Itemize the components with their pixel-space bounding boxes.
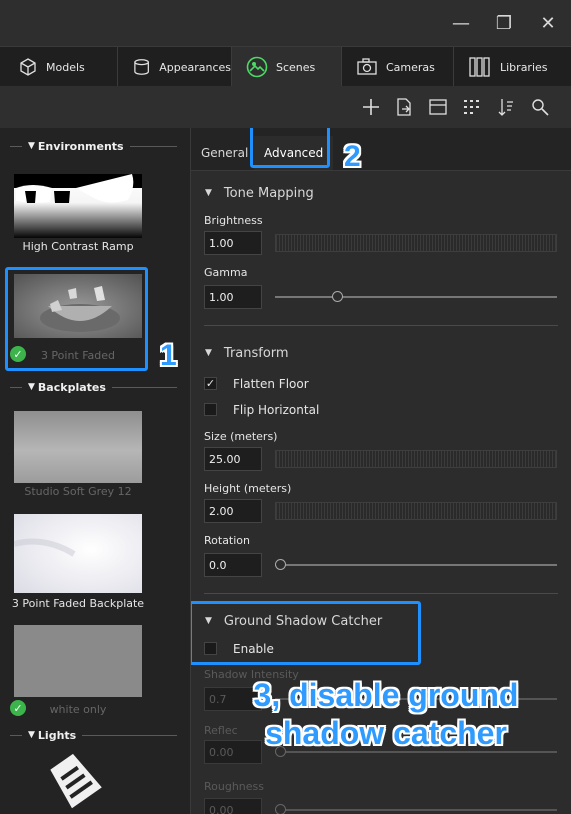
tab-cameras-label: Cameras xyxy=(386,60,435,74)
env-thumb-high-contrast-ramp[interactable] xyxy=(14,174,142,238)
gamma-label: Gamma xyxy=(204,266,248,279)
env-label-high-contrast-ramp: High Contrast Ramp xyxy=(22,240,134,253)
tone-mapping-label: Tone Mapping xyxy=(223,185,314,201)
lights-label: Lights xyxy=(37,728,77,742)
tab-models[interactable]: Models xyxy=(4,47,118,87)
books-icon xyxy=(469,57,490,77)
minimize-icon[interactable]: — xyxy=(448,10,474,36)
tab-models-label: Models xyxy=(46,60,85,74)
height-label: Height (meters) xyxy=(204,482,292,495)
close-icon[interactable]: ✕ xyxy=(535,10,561,36)
backplate-label-studio-soft-grey: Studio Soft Grey 12 xyxy=(24,485,132,498)
roughness-slider-handle[interactable] xyxy=(275,804,286,814)
layout-icon[interactable] xyxy=(425,94,451,120)
flatten-floor-label: Flatten Floor xyxy=(233,377,309,391)
backplate-thumb-3-point-faded[interactable] xyxy=(13,514,142,593)
size-slider[interactable] xyxy=(275,450,557,468)
main-tabs: Models Appearances Scenes Cameras Librar… xyxy=(0,46,571,87)
rotation-field[interactable]: 0.0 xyxy=(204,553,262,577)
tone-mapping-header[interactable]: ▼ Tone Mapping xyxy=(205,183,314,203)
gamma-field[interactable]: 1.00 xyxy=(204,285,262,309)
height-field[interactable]: 2.00 xyxy=(204,499,262,523)
annotation-1: 1 xyxy=(160,339,177,372)
brightness-field[interactable]: 1.00 xyxy=(204,231,262,255)
tab-libraries-label: Libraries xyxy=(500,60,548,74)
divider xyxy=(204,325,558,326)
annotation-2: 2 xyxy=(344,140,361,173)
divider xyxy=(204,593,558,594)
flip-horizontal-checkbox[interactable] xyxy=(204,403,217,416)
height-slider[interactable] xyxy=(275,502,557,520)
search-icon[interactable] xyxy=(527,94,553,120)
sort-icon[interactable] xyxy=(493,94,519,120)
backplate-thumb-studio-soft-grey[interactable] xyxy=(14,411,142,483)
annotation-3-line2: shadow catcher xyxy=(265,715,507,751)
lights-header[interactable]: ▼ Lights xyxy=(0,726,185,744)
transform-header[interactable]: ▼ Transform xyxy=(205,343,289,363)
annotation-3: 3, disable ground shadow catcher xyxy=(221,676,551,752)
rotation-slider-handle[interactable] xyxy=(275,559,286,570)
environments-header[interactable]: ▼ Environments xyxy=(0,137,185,155)
camera-icon xyxy=(357,58,377,75)
backplates-header[interactable]: ▼ Backplates xyxy=(0,378,185,396)
flip-horizontal-label: Flip Horizontal xyxy=(233,403,320,417)
tab-scenes[interactable]: Scenes xyxy=(232,47,342,87)
highlight-box-3 xyxy=(191,601,421,665)
export-icon[interactable] xyxy=(391,94,417,120)
backplate-label-white-only: white only xyxy=(49,703,107,716)
add-icon[interactable] xyxy=(358,94,384,120)
tab-appearances[interactable]: Appearances xyxy=(118,47,232,87)
backplates-label: Backplates xyxy=(37,380,106,394)
cylinder-icon xyxy=(134,59,149,75)
tab-general[interactable]: General xyxy=(191,136,258,170)
brightness-slider[interactable] xyxy=(275,234,557,252)
gamma-slider-handle[interactable] xyxy=(332,291,344,302)
landscape-icon xyxy=(246,56,268,78)
roughness-slider-track[interactable] xyxy=(275,809,557,811)
roughness-field[interactable]: 0.00 xyxy=(204,798,262,814)
annotation-3-line1: 3, disable ground xyxy=(253,677,519,713)
backplate-thumb-white-only[interactable] xyxy=(14,625,142,697)
cube-icon xyxy=(20,58,36,76)
tab-libraries[interactable]: Libraries xyxy=(454,47,571,87)
roughness-label: Roughness xyxy=(204,780,265,793)
tab-cameras[interactable]: Cameras xyxy=(342,47,454,87)
size-field[interactable]: 25.00 xyxy=(204,447,262,471)
size-label: Size (meters) xyxy=(204,430,278,443)
properties-tabs: General Advanced xyxy=(191,128,571,171)
highlight-box-2 xyxy=(250,128,330,168)
rotation-label: Rotation xyxy=(204,534,251,547)
flatten-floor-checkbox[interactable]: ✓ xyxy=(204,377,217,390)
tab-scenes-label: Scenes xyxy=(276,60,316,74)
transform-label: Transform xyxy=(223,345,289,361)
toolbar xyxy=(0,86,571,129)
scene-library-panel: ▼ Environments High Contrast Ramp ✓ 3 Po… xyxy=(0,128,191,814)
brightness-label: Brightness xyxy=(204,214,263,227)
grid-view-icon[interactable] xyxy=(459,94,485,120)
highlight-box-1 xyxy=(5,267,148,371)
tab-appearances-label: Appearances xyxy=(159,60,231,74)
maximize-icon[interactable]: ❐ xyxy=(491,10,517,36)
title-bar: — ❐ ✕ xyxy=(0,0,571,46)
properties-panel: General Advanced 2 ▼ Tone Mapping Brightn… xyxy=(191,128,571,814)
environments-label: Environments xyxy=(37,139,124,153)
backplate-label-3-point-faded: 3 Point Faded Backplate xyxy=(11,597,145,610)
rotation-slider-track[interactable] xyxy=(275,564,557,566)
gamma-slider-track[interactable] xyxy=(275,296,557,298)
light-thumb[interactable] xyxy=(30,748,130,814)
